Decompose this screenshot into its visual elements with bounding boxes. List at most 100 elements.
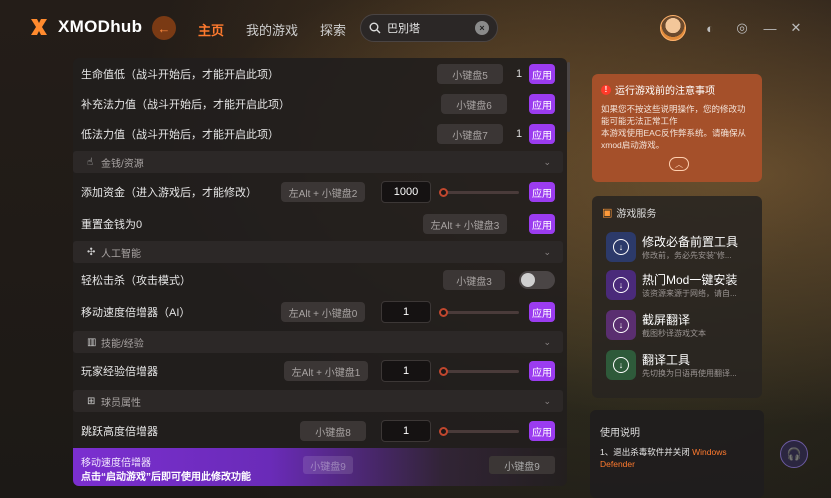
cheat-count: 1 [516,128,523,140]
value-slider[interactable] [439,188,519,197]
section-money[interactable]: ☝ 金钱/资源 ⌄ [73,151,563,173]
chevron-down-icon: ⌄ [543,246,551,257]
slider-knob[interactable] [439,188,448,197]
clear-icon[interactable]: × [475,21,489,35]
warning-icon: ! [601,84,611,95]
chevron-down-icon: ⌄ [543,336,551,347]
services-title: 游戏服务 [616,209,657,220]
cheat-label: 低法力值（战斗开始后，才能开启此项） [81,129,279,141]
value-input[interactable]: 1 [381,301,431,323]
cheat-count: 1 [516,68,523,80]
value-slider[interactable] [439,367,519,376]
cheat-label: 轻松击杀（攻击模式） [81,275,191,287]
launch-hint-overlay: 移动速度倍增器 点击“启动游戏”后即可使用此修改功能 小键盘9 小键盘9 [73,448,567,486]
cheat-label: 移动速度倍增器（AI） [81,307,191,319]
app-name: XMODhub [58,17,143,36]
hotkey-badge[interactable]: 左Alt + 小键盘2 [281,182,365,202]
hotkey-badge[interactable]: 左Alt + 小键盘3 [423,214,507,234]
nav-explore[interactable]: 探索 [320,20,346,39]
service-desc: 该资源来源于网络，请自... [642,289,737,298]
section-title: 球员属性 [101,397,141,409]
attributes-icon: ⊞ [87,395,96,407]
value-input[interactable]: 1000 [381,181,431,203]
section-ai[interactable]: ✣ 人工智能 ⌄ [73,241,563,263]
hotkey-badge[interactable]: 小键盘5 [437,64,503,84]
notice-card: ! 运行游戏前的注意事项 如果您不按这些说明操作，您的修改功能可能无法正常工作 … [592,74,762,182]
service-item[interactable]: ↓ 修改必备前置工具 修改前，务必先安装"修... [606,230,756,266]
services-header: ▣ 游戏服务 [602,205,656,220]
game-services: ▣ 游戏服务 ↓ 修改必备前置工具 修改前，务必先安装"修... ↓ 热门Mod… [592,196,762,398]
help-step: 1、退出杀毒软件并关闭 Windows Defender [600,446,750,470]
service-item[interactable]: ↓ 热门Mod一键安装 该资源来源于网络，请自... [606,268,756,304]
section-player-attributes[interactable]: ⊞ 球员属性 ⌄ [73,390,563,412]
slider-knob[interactable] [439,427,448,436]
service-item[interactable]: ↓ 翻译工具 先切换为日语再使用翻译... [606,348,756,384]
value-slider[interactable] [439,308,519,317]
cheat-label: 补充法力值（战斗开始后，才能开启此项） [81,99,290,111]
notice-title: 运行游戏前的注意事项 [615,86,715,97]
value-input[interactable]: 1 [381,360,431,382]
notice-line: 如果您不按这些说明操作，您的修改功能可能无法正常工作 [601,104,746,126]
section-skills[interactable]: ▥ 技能/经验 ⌄ [73,331,563,353]
apply-button[interactable]: 应用 [529,94,555,114]
nav-home[interactable]: 主页 [198,20,224,39]
close-icon[interactable]: ✕ [788,20,804,36]
apply-button[interactable]: 应用 [529,182,555,202]
hotkey-badge[interactable]: 小键盘6 [441,94,507,114]
cheat-row: 重置金钱为0 左Alt + 小键盘3 应用 [73,210,567,238]
search-input[interactable]: 巴別塔 [387,20,469,36]
service-title: 热门Mod一键安装 [642,273,738,287]
notice-body: 如果您不按这些说明操作，您的修改功能可能无法正常工作 本游戏使用EAC反作弊系统… [601,103,753,151]
hotkey-badge[interactable]: 左Alt + 小键盘0 [281,302,365,322]
apply-button[interactable]: 应用 [529,124,555,144]
service-item[interactable]: ↓ 截屏翻译 截图秒译游戏文本 [606,308,756,344]
scrollbar[interactable] [567,62,570,132]
slider-knob[interactable] [439,308,448,317]
apply-button[interactable]: 应用 [529,302,555,322]
back-button[interactable]: ← [152,16,176,40]
notice-header: ! 运行游戏前的注意事项 [601,82,753,97]
headset-icon[interactable]: 🎧 [780,440,808,468]
value-slider[interactable] [439,427,519,436]
hotkey-badge[interactable]: 左Alt + 小键盘1 [284,361,368,381]
overlay-cheat-label: 移动速度倍增器 [81,458,151,469]
chevron-down-icon: ⌄ [543,395,551,406]
apply-button[interactable]: 应用 [529,361,555,381]
service-desc: 截图秒译游戏文本 [642,329,706,338]
hotkey-badge: 小键盘9 [303,456,353,474]
logo-icon [31,19,47,35]
cheat-row: 跳跃高度倍增器 小键盘8 1 应用 [73,417,567,445]
hotkey-badge[interactable]: 小键盘9 [489,456,555,474]
hotkey-badge[interactable]: 小键盘7 [437,124,503,144]
cheat-row: 补充法力值（战斗开始后，才能开启此项） 小键盘6 应用 [73,90,567,118]
cheat-row: 玩家经验倍增器 左Alt + 小键盘1 1 应用 [73,357,567,385]
apply-button[interactable]: 应用 [529,214,555,234]
hotkey-badge[interactable]: 小键盘3 [443,270,505,290]
collapse-button[interactable]: ︿ [669,157,689,171]
value-input[interactable]: 1 [381,420,431,442]
cheat-panel: 生命值低（战斗开始后，才能开启此项） 小键盘5 1 应用 补充法力值（战斗开始后… [73,58,567,486]
minimize-icon[interactable]: — [762,20,778,36]
settings-icon[interactable]: ◎ [734,20,750,36]
apply-button[interactable]: 应用 [529,64,555,84]
nav-my-games[interactable]: 我的游戏 [246,20,298,39]
avatar[interactable] [660,15,686,41]
hotkey-badge[interactable]: 小键盘8 [300,421,366,441]
help-step-text: 1、退出杀毒软件并关闭 [600,447,690,457]
main-nav: 主页 我的游戏 探索 [198,20,346,39]
search-box[interactable]: 巴別塔 × [360,14,498,42]
section-title: 技能/经验 [101,338,144,350]
toggle-switch[interactable] [519,271,555,289]
slider-knob[interactable] [439,367,448,376]
cheat-label: 重置金钱为0 [81,219,143,231]
overlay-message: 点击“启动游戏”后即可使用此修改功能 [81,472,251,483]
service-title: 修改必备前置工具 [642,235,739,249]
theme-icon[interactable]: ◐ [702,20,718,36]
cheat-label: 玩家经验倍增器 [81,366,158,378]
download-icon: ↓ [606,232,636,262]
download-icon: ↓ [606,310,636,340]
logo: XMODhub [28,16,142,38]
cheat-row: 添加资金（进入游戏后，才能修改） 左Alt + 小键盘2 1000 应用 [73,178,567,206]
apply-button[interactable]: 应用 [529,421,555,441]
cheat-label: 添加资金（进入游戏后，才能修改） [81,187,257,199]
